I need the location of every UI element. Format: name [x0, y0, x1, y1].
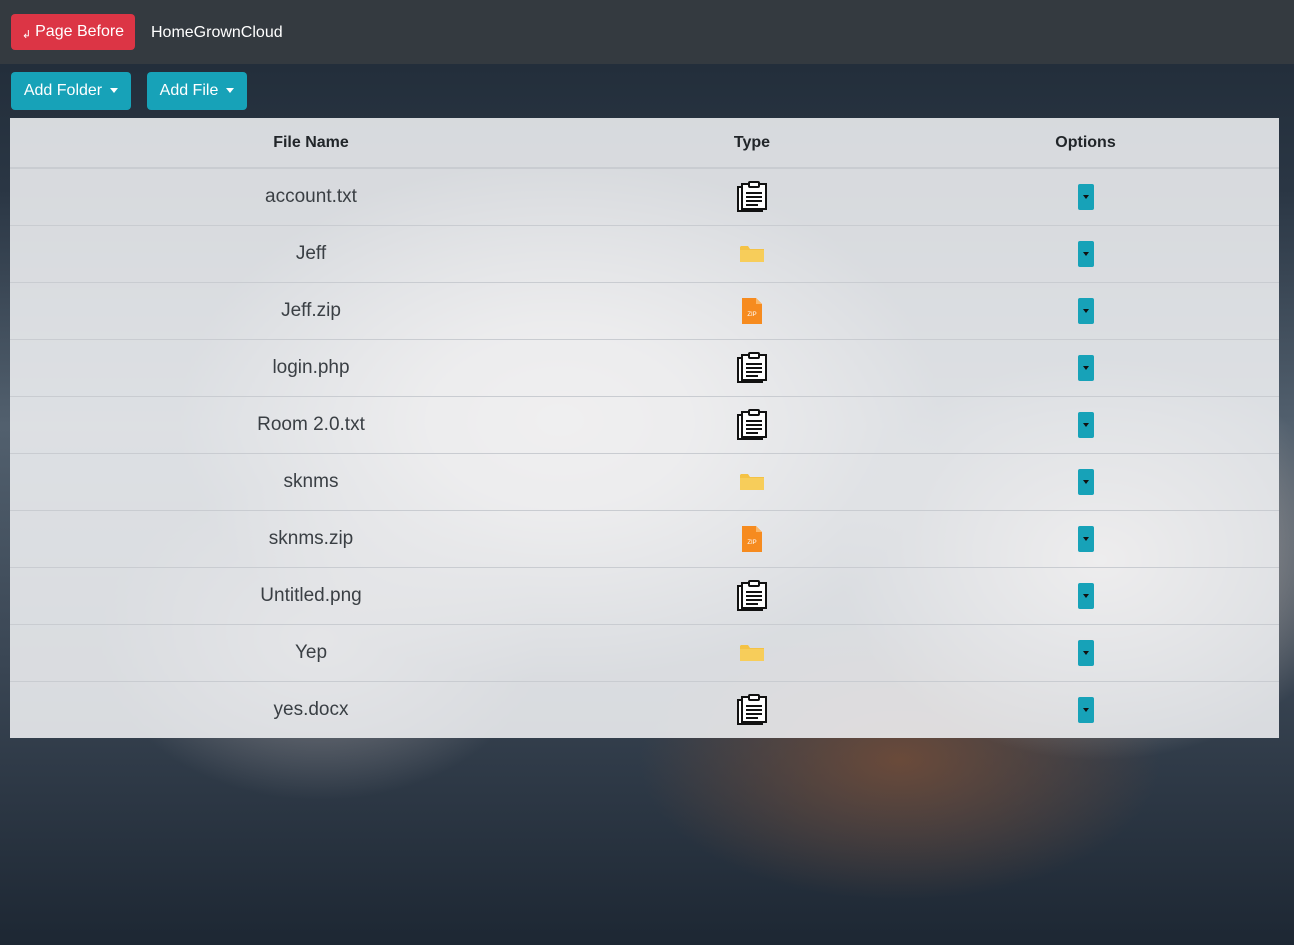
file-name-cell[interactable]: sknms — [10, 453, 612, 511]
file-name-cell[interactable]: Jeff — [10, 225, 612, 283]
options-dropdown-button[interactable] — [1077, 697, 1094, 723]
page-before-label: Page Before — [35, 23, 125, 40]
table-row: Jeff.zip ZIP — [10, 282, 1279, 340]
table-row: Room 2.0.txt — [10, 396, 1279, 454]
chevron-down-icon — [1082, 309, 1089, 313]
options-dropdown-button[interactable] — [1077, 583, 1094, 609]
folder-icon — [739, 243, 765, 264]
clipboard-document-icon — [736, 181, 768, 212]
chevron-down-icon — [1082, 537, 1089, 541]
return-arrow-icon: ↲ — [21, 28, 32, 41]
page-before-button[interactable]: ↲ Page Before — [11, 14, 135, 50]
options-dropdown-button[interactable] — [1077, 469, 1094, 495]
chevron-down-icon — [226, 87, 235, 93]
options-cell — [892, 624, 1279, 682]
table-row: sknms — [10, 453, 1279, 511]
file-name-cell[interactable]: yes.docx — [10, 681, 612, 738]
file-type-cell — [612, 396, 892, 454]
file-name-cell[interactable]: Untitled.png — [10, 567, 612, 625]
file-type-cell — [612, 453, 892, 511]
options-dropdown-button[interactable] — [1077, 355, 1094, 381]
options-cell — [892, 339, 1279, 397]
table-row: sknms.zip ZIP — [10, 510, 1279, 568]
add-folder-label: Add Folder — [23, 82, 103, 99]
options-dropdown-button[interactable] — [1077, 241, 1094, 267]
chevron-down-icon — [1082, 594, 1089, 598]
options-cell — [892, 282, 1279, 340]
options-dropdown-button[interactable] — [1077, 184, 1094, 210]
folder-icon — [739, 471, 765, 492]
options-cell — [892, 510, 1279, 568]
chevron-down-icon — [1082, 651, 1089, 655]
chevron-down-icon — [1082, 480, 1089, 484]
file-name-cell[interactable]: Room 2.0.txt — [10, 396, 612, 454]
clipboard-document-icon — [736, 694, 768, 725]
file-name-cell[interactable]: Jeff.zip — [10, 282, 612, 340]
file-name-cell[interactable]: Yep — [10, 624, 612, 682]
options-cell — [892, 396, 1279, 454]
chevron-down-icon — [1082, 195, 1089, 199]
file-type-cell — [612, 339, 892, 397]
table-row: Jeff — [10, 225, 1279, 283]
file-type-cell — [612, 225, 892, 283]
options-dropdown-button[interactable] — [1077, 526, 1094, 552]
chevron-down-icon — [1082, 366, 1089, 370]
file-name-cell[interactable]: sknms.zip — [10, 510, 612, 568]
add-file-button[interactable]: Add File — [147, 72, 247, 110]
file-type-cell: ZIP — [612, 510, 892, 568]
file-type-cell: ZIP — [612, 282, 892, 340]
clipboard-document-icon — [736, 409, 768, 440]
file-name-cell[interactable]: account.txt — [10, 168, 612, 226]
file-name-cell[interactable]: login.php — [10, 339, 612, 397]
options-cell — [892, 567, 1279, 625]
chevron-down-icon — [110, 87, 119, 93]
file-table: File Name Type Options account.txt Jeff Je… — [10, 118, 1279, 738]
options-dropdown-button[interactable] — [1077, 412, 1094, 438]
file-type-cell — [612, 624, 892, 682]
table-row: yes.docx — [10, 681, 1279, 738]
add-file-label: Add File — [159, 82, 219, 99]
options-dropdown-button[interactable] — [1077, 640, 1094, 666]
chevron-down-icon — [1082, 708, 1089, 712]
header-type: Type — [612, 118, 892, 169]
clipboard-document-icon — [736, 580, 768, 611]
file-table-container: File Name Type Options account.txt Jeff Je… — [10, 118, 1279, 738]
options-cell — [892, 225, 1279, 283]
table-row: Yep — [10, 624, 1279, 682]
table-row: Untitled.png — [10, 567, 1279, 625]
add-folder-button[interactable]: Add Folder — [11, 72, 131, 110]
options-cell — [892, 168, 1279, 226]
chevron-down-icon — [1082, 423, 1089, 427]
options-dropdown-button[interactable] — [1077, 298, 1094, 324]
chevron-down-icon — [1082, 252, 1089, 256]
table-header-row: File Name Type Options — [10, 118, 1279, 169]
options-cell — [892, 681, 1279, 738]
svg-text:ZIP: ZIP — [747, 312, 756, 318]
clipboard-document-icon — [736, 352, 768, 383]
svg-text:ZIP: ZIP — [747, 540, 756, 546]
folder-icon — [739, 642, 765, 663]
header-file-name: File Name — [10, 118, 612, 169]
file-type-cell — [612, 567, 892, 625]
zip-file-icon: ZIP — [741, 526, 763, 552]
top-navbar: ↲ Page Before HomeGrownCloud — [0, 0, 1294, 64]
zip-file-icon: ZIP — [741, 298, 763, 324]
options-cell — [892, 453, 1279, 511]
brand-title[interactable]: HomeGrownCloud — [151, 22, 283, 44]
header-options: Options — [892, 118, 1279, 169]
file-type-cell — [612, 168, 892, 226]
table-row: login.php — [10, 339, 1279, 397]
file-table-body: account.txt Jeff Jeff.zip ZIP login.php Room … — [10, 168, 1279, 738]
file-type-cell — [612, 681, 892, 738]
table-row: account.txt — [10, 168, 1279, 226]
